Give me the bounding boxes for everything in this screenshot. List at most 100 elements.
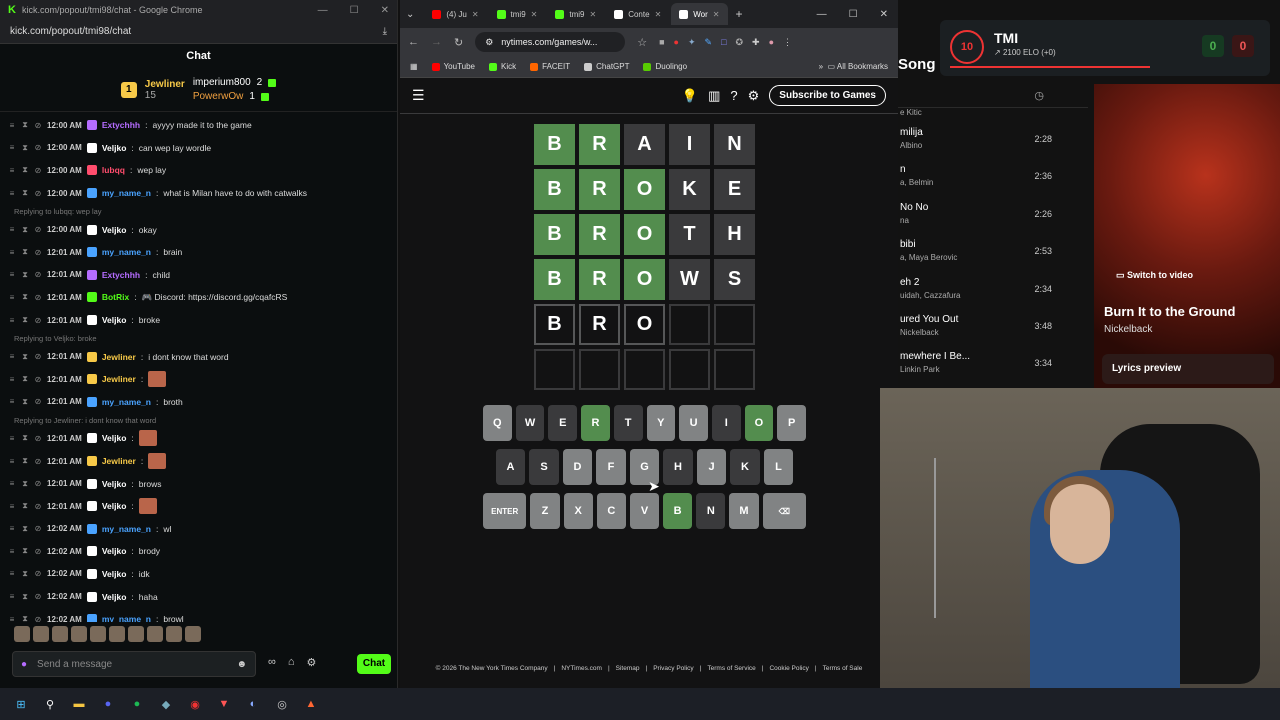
pin-icon[interactable]: ≡ bbox=[8, 121, 16, 130]
ban-icon[interactable]: ⊘ bbox=[34, 434, 42, 443]
chat-message[interactable]: ≡ ⧗ ⊘ 12:01 AM Veljko: bbox=[8, 427, 397, 450]
settings-gear-icon[interactable]: ⚙ bbox=[748, 88, 760, 104]
ban-icon[interactable]: ⊘ bbox=[34, 569, 42, 578]
key-backspace[interactable]: ⌫ bbox=[762, 493, 807, 529]
message-user[interactable]: my_name_n bbox=[102, 524, 151, 534]
emote-icon[interactable] bbox=[71, 626, 87, 642]
timeout-icon[interactable]: ⧗ bbox=[21, 143, 29, 153]
ban-icon[interactable]: ⊘ bbox=[34, 457, 42, 466]
send-message-input[interactable]: ● Send a message ☻ bbox=[12, 651, 256, 677]
chat-message[interactable]: ≡ ⧗ ⊘ 12:01 AM Jewliner: bbox=[8, 450, 397, 473]
emote-icon[interactable] bbox=[33, 626, 49, 642]
ban-icon[interactable]: ⊘ bbox=[34, 479, 42, 488]
now-playing-artist[interactable]: Nickelback bbox=[1104, 324, 1152, 335]
chat-message[interactable]: ≡ ⧗ ⊘ 12:02 AM Veljko: brody bbox=[8, 540, 397, 563]
reload-icon[interactable]: ↻ bbox=[454, 36, 463, 49]
message-user[interactable]: Extychhh bbox=[102, 120, 140, 130]
ban-icon[interactable]: ⊘ bbox=[34, 189, 42, 198]
message-user[interactable]: BotRix bbox=[102, 292, 129, 302]
pin-icon[interactable]: ≡ bbox=[8, 479, 16, 488]
chrome-icon[interactable]: ◉ bbox=[186, 695, 204, 713]
chat-message[interactable]: ≡ ⧗ ⊘ 12:01 AM Jewliner: bbox=[8, 368, 397, 391]
ban-icon[interactable]: ⊘ bbox=[34, 502, 42, 511]
footer-link[interactable]: Sitemap bbox=[616, 665, 640, 672]
pin-icon[interactable]: ≡ bbox=[8, 502, 16, 511]
browser-tab[interactable]: (4) Ju ✕ bbox=[424, 3, 486, 25]
key-u[interactable]: U bbox=[679, 405, 708, 441]
chat-message[interactable]: ≡ ⧗ ⊘ 12:00 AM Extychhh: ayyyy made it to the… bbox=[8, 114, 397, 137]
chat-message[interactable]: ≡ ⧗ ⊘ 12:01 AM Veljko: bbox=[8, 495, 397, 518]
maximize-icon[interactable]: ☐ bbox=[849, 9, 858, 20]
minimize-icon[interactable]: — bbox=[817, 9, 827, 20]
key-s[interactable]: S bbox=[529, 449, 559, 485]
message-user[interactable]: my_name_n bbox=[102, 397, 151, 407]
url-field[interactable]: ⚙ nytimes.com/games/w... bbox=[475, 32, 626, 52]
chat-message[interactable]: ≡ ⧗ ⊘ 12:01 AM BotRix: 🎮 Discord: https://dis… bbox=[8, 286, 397, 309]
browser-tab[interactable]: Conte ✕ bbox=[606, 3, 669, 25]
message-user[interactable]: Veljko bbox=[102, 569, 127, 579]
key-i[interactable]: I bbox=[711, 405, 741, 441]
timeout-icon[interactable]: ⧗ bbox=[21, 188, 29, 198]
switch-to-video-button[interactable]: ▭ Switch to video bbox=[1116, 270, 1193, 281]
message-user[interactable]: Veljko bbox=[102, 433, 127, 443]
key-j[interactable]: J bbox=[696, 449, 727, 485]
site-info-icon[interactable]: ⚙ bbox=[485, 37, 493, 48]
key-b[interactable]: B bbox=[663, 493, 693, 529]
timeout-icon[interactable]: ⧗ bbox=[21, 292, 29, 302]
timeout-icon[interactable]: ⧗ bbox=[21, 456, 29, 466]
browser-tab[interactable]: tmi9 ✕ bbox=[547, 3, 604, 25]
footer-link[interactable]: Terms of Sale bbox=[823, 665, 863, 672]
chat-message[interactable]: ≡ ⧗ ⊘ 12:00 AM Veljko: can wep lay wordle bbox=[8, 137, 397, 160]
chat-message[interactable]: ≡ ⧗ ⊘ 12:01 AM my_name_n: broth bbox=[8, 391, 397, 414]
message-user[interactable]: Veljko bbox=[102, 592, 127, 602]
ban-icon[interactable]: ⊘ bbox=[34, 524, 42, 533]
key-z[interactable]: Z bbox=[530, 493, 560, 529]
message-user[interactable]: my_name_n bbox=[102, 614, 151, 622]
timeout-icon[interactable]: ⧗ bbox=[21, 614, 29, 622]
extension-icon[interactable]: ■ bbox=[659, 37, 664, 48]
ban-icon[interactable]: ⊘ bbox=[34, 397, 42, 406]
song-row[interactable]: milija Albino 2:28 bbox=[898, 122, 1088, 159]
key-v[interactable]: V bbox=[629, 493, 660, 529]
pin-icon[interactable]: ≡ bbox=[8, 248, 16, 257]
pin-icon[interactable]: ≡ bbox=[8, 547, 16, 556]
timeout-icon[interactable]: ⧗ bbox=[21, 501, 29, 511]
maximize-icon[interactable]: ☐ bbox=[350, 5, 359, 16]
song-row[interactable]: mewhere I Be... Linkin Park 3:34 bbox=[898, 346, 1088, 383]
close-icon[interactable]: ✕ bbox=[880, 9, 888, 20]
minimize-icon[interactable]: — bbox=[318, 5, 328, 16]
timeout-icon[interactable]: ⧗ bbox=[21, 352, 29, 362]
close-icon[interactable]: ✕ bbox=[381, 5, 389, 16]
app-icon[interactable]: ◎ bbox=[273, 695, 291, 713]
key-d[interactable]: D bbox=[562, 449, 593, 485]
help-icon[interactable]: ? bbox=[730, 88, 737, 104]
key-m[interactable]: M bbox=[729, 493, 759, 529]
key-n[interactable]: N bbox=[696, 493, 726, 529]
pin-icon[interactable]: ≡ bbox=[8, 569, 16, 578]
chat-message[interactable]: ≡ ⧗ ⊘ 12:01 AM Veljko: broke bbox=[8, 309, 397, 332]
browser-tab[interactable]: tmi9 ✕ bbox=[489, 3, 546, 25]
apps-grid-icon[interactable]: ▦ bbox=[410, 62, 418, 71]
bookmark-duolingo[interactable]: Duolingo bbox=[643, 62, 687, 71]
timeout-icon[interactable]: ⧗ bbox=[21, 433, 29, 443]
timeout-icon[interactable]: ⧗ bbox=[21, 120, 29, 130]
ban-icon[interactable]: ⊘ bbox=[34, 615, 42, 622]
pin-icon[interactable]: ≡ bbox=[8, 166, 16, 175]
pin-icon[interactable]: ≡ bbox=[8, 592, 16, 601]
message-user[interactable]: Extychhh bbox=[102, 270, 140, 280]
bookmark-star-icon[interactable]: ☆ bbox=[637, 36, 647, 49]
song-row[interactable]: ured You Out Nickelback 3:48 bbox=[898, 309, 1088, 346]
pin-icon[interactable]: ≡ bbox=[8, 457, 16, 466]
message-user[interactable]: Veljko bbox=[102, 501, 127, 511]
key-w[interactable]: W bbox=[515, 405, 545, 441]
tab-close-icon[interactable]: ✕ bbox=[590, 10, 597, 19]
timeout-icon[interactable]: ⧗ bbox=[21, 524, 29, 534]
chat-send-button[interactable]: Chat bbox=[357, 654, 391, 674]
song-row[interactable]: eh 2 uidah, Cazzafura 2:34 bbox=[898, 272, 1088, 309]
chat-message[interactable]: ≡ ⧗ ⊘ 12:00 AM lubqq: wep lay bbox=[8, 159, 397, 182]
pin-icon[interactable]: ≡ bbox=[8, 352, 16, 361]
download-icon[interactable]: ⤓ bbox=[383, 26, 387, 37]
settings-icon[interactable]: ⚙ bbox=[307, 656, 317, 669]
emote-icon[interactable] bbox=[109, 626, 125, 642]
profile-avatar[interactable]: ● bbox=[769, 37, 774, 48]
